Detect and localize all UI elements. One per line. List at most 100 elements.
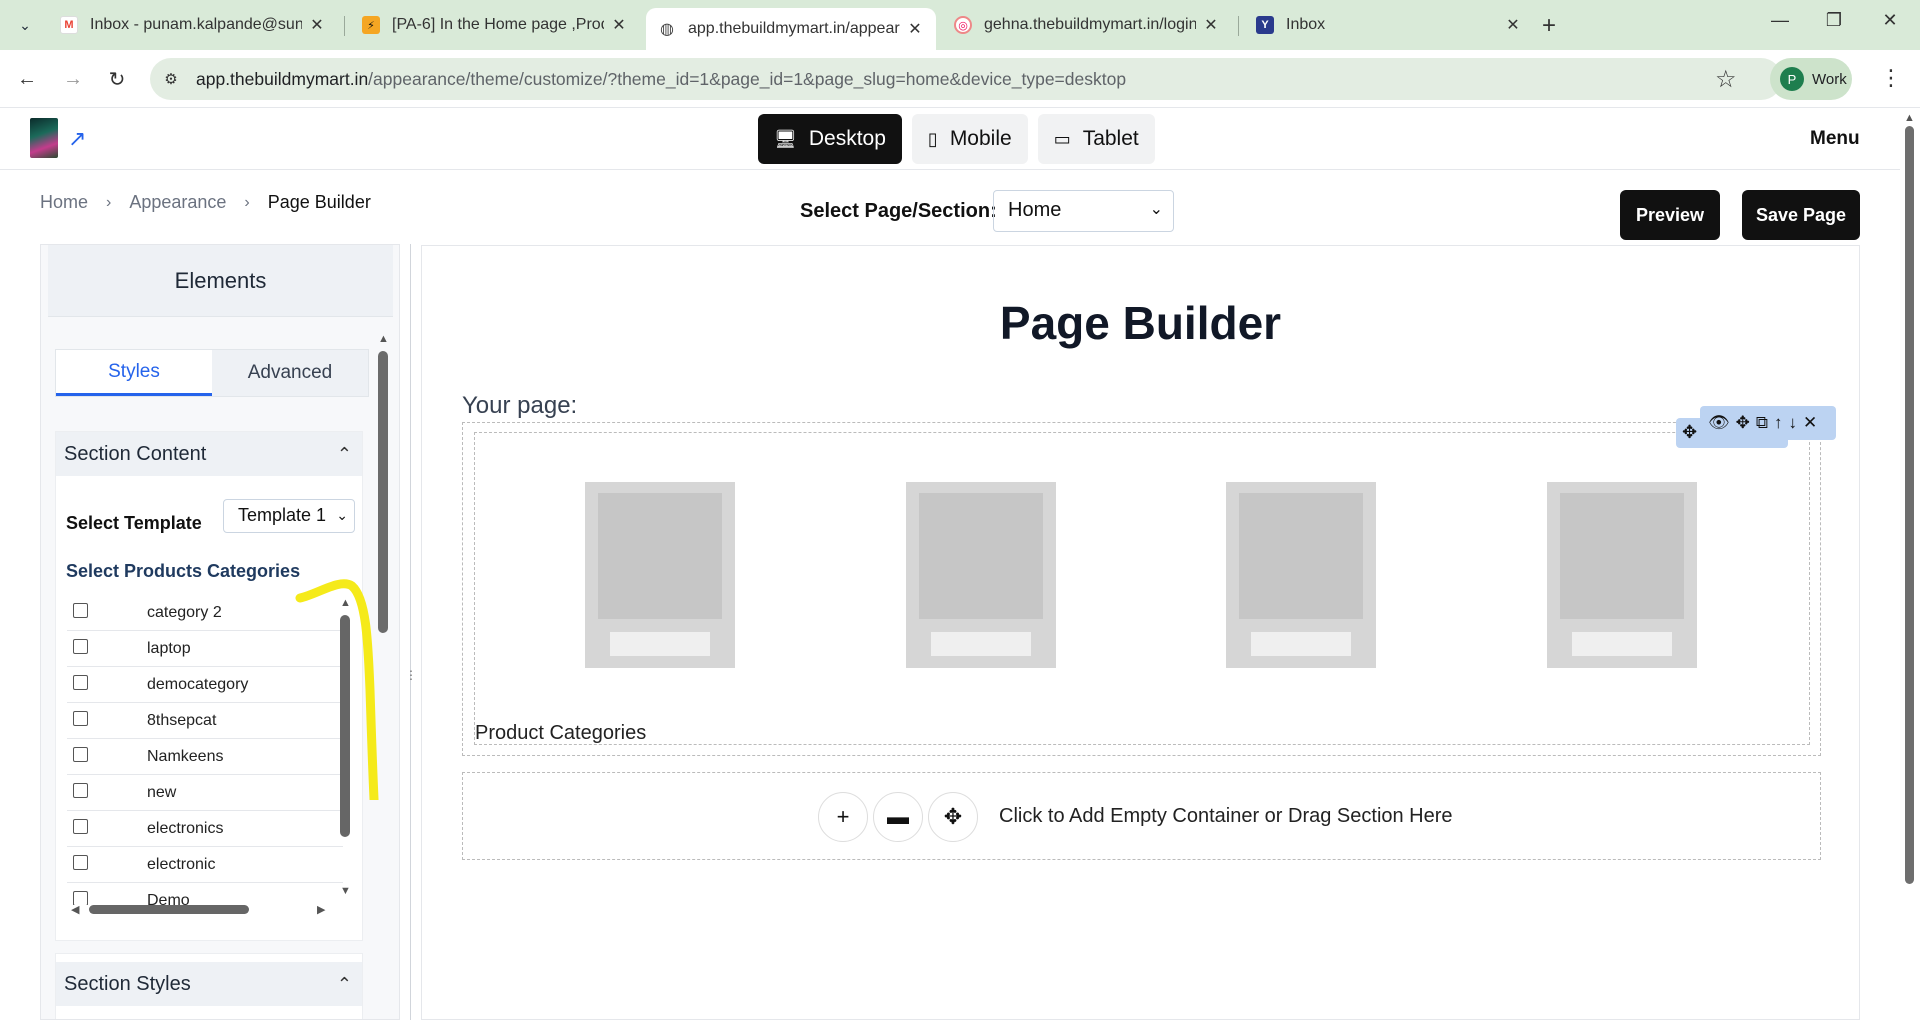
gmail-icon: M <box>60 16 78 34</box>
breadcrumb-appearance[interactable]: Appearance <box>129 192 226 213</box>
checkbox[interactable] <box>73 675 88 690</box>
list-scroll-down-icon[interactable]: ▼ <box>340 885 351 897</box>
list-horizontal-scrollbar[interactable] <box>89 905 249 914</box>
list-item[interactable]: Namkeens <box>67 739 343 775</box>
back-icon[interactable]: ← <box>12 64 42 94</box>
checkbox[interactable] <box>73 783 88 798</box>
move-icon[interactable]: ✥ <box>1736 413 1750 433</box>
tab-title: gehna.thebuildmymart.in/login <box>984 16 1196 33</box>
section-styles-card: Section Styles ⌃ <box>55 953 363 1019</box>
tab-styles[interactable]: Styles <box>56 350 212 396</box>
tab-search-chevron-icon[interactable]: ⌄ <box>10 12 40 38</box>
list-item[interactable]: 8thsepcat <box>67 703 343 739</box>
section-styles-header[interactable]: Section Styles ⌃ <box>56 962 362 1006</box>
category-placeholder <box>1226 482 1376 668</box>
restore-icon[interactable]: ❐ <box>1814 10 1854 31</box>
panel-splitter[interactable] <box>410 244 411 1020</box>
list-scroll-up-icon[interactable]: ▲ <box>340 597 351 609</box>
mobile-icon: ▯ <box>927 128 938 149</box>
browser-tab-active[interactable]: ◍ app.thebuildmymart.in/appeara ✕ <box>646 8 936 50</box>
panel-scrollbar[interactable] <box>378 351 388 633</box>
chevron-up-icon[interactable]: ⌃ <box>337 974 352 995</box>
close-tab-icon[interactable]: ✕ <box>308 15 326 35</box>
checkbox[interactable] <box>73 819 88 834</box>
globe-icon: ◍ <box>660 21 674 38</box>
list-scroll-right-icon[interactable]: ▶ <box>317 903 325 916</box>
dropzone-text: Click to Add Empty Container or Drag Sec… <box>999 805 1453 827</box>
close-tab-icon[interactable]: ✕ <box>906 19 924 39</box>
site-settings-icon[interactable]: ⚙ <box>160 68 182 90</box>
template-select[interactable]: Template 1 ⌄ <box>223 499 355 533</box>
list-vertical-scrollbar[interactable] <box>340 615 350 837</box>
page-select[interactable]: Home ⌄ <box>993 190 1174 232</box>
arrow-down-icon[interactable]: ↓ <box>1788 413 1797 433</box>
page-scrollbar[interactable] <box>1905 126 1914 884</box>
device-switcher: 🖥 Desktop ▯ Mobile ▭ Tablet <box>758 114 1155 164</box>
builder-canvas: Page Builder Your page: Product Categori… <box>421 245 1860 1020</box>
section-label: Product Categories <box>475 722 647 744</box>
browser-tab-yahoo[interactable]: Y Inbox ✕ <box>1244 8 1534 42</box>
browser-tab-jira[interactable]: ⚡ [PA-6] In the Home page ,Produ ✕ <box>350 8 640 42</box>
device-desktop-button[interactable]: 🖥 Desktop <box>758 114 902 164</box>
list-item[interactable]: new <box>67 775 343 811</box>
checkbox[interactable] <box>73 711 88 726</box>
categories-label: Select Products Categories <box>66 561 301 581</box>
save-page-button[interactable]: Save Page <box>1742 190 1860 240</box>
move-icon[interactable]: ✥ <box>1682 422 1697 443</box>
chevron-down-icon: ⌄ <box>1149 201 1163 218</box>
tab-advanced[interactable]: Advanced <box>212 350 368 396</box>
device-tablet-button[interactable]: ▭ Tablet <box>1037 114 1155 164</box>
preview-button[interactable]: Preview <box>1620 190 1720 240</box>
menu-button[interactable]: Menu <box>1810 128 1860 150</box>
scroll-up-icon[interactable]: ▲ <box>1904 112 1915 124</box>
profile-button[interactable]: P Work <box>1770 58 1852 100</box>
open-library-button[interactable]: ▬ <box>873 792 923 842</box>
close-tab-icon[interactable]: ✕ <box>1202 15 1220 35</box>
add-container-button[interactable]: + <box>818 792 868 842</box>
list-scroll-left-icon[interactable]: ◀ <box>71 903 79 916</box>
address-bar[interactable]: ⚙ app.thebuildmymart.in/appearance/theme… <box>150 58 1782 100</box>
forward-icon[interactable]: → <box>58 64 88 94</box>
arrow-up-icon[interactable]: ↑ <box>1774 413 1783 433</box>
checkbox[interactable] <box>73 639 88 654</box>
browser-tab-gmail[interactable]: M Inbox - punam.kalpande@sunh ✕ <box>48 8 338 42</box>
scroll-up-icon[interactable]: ▲ <box>378 333 389 345</box>
tab-title: app.thebuildmymart.in/appeara <box>688 20 900 37</box>
browser-tab-bar: ⌄ M Inbox - punam.kalpande@sunh ✕ ⚡ [PA-… <box>0 0 1920 50</box>
list-item[interactable]: Demo <box>67 883 343 905</box>
browser-tab-gehna[interactable]: ◎ gehna.thebuildmymart.in/login ✕ <box>942 8 1232 42</box>
site-logo[interactable] <box>30 118 58 158</box>
tab-title: [PA-6] In the Home page ,Produ <box>392 16 604 33</box>
bookmark-star-icon[interactable]: ☆ <box>1715 65 1737 94</box>
browser-menu-icon[interactable]: ⋮ <box>1880 65 1902 91</box>
minimize-icon[interactable]: — <box>1760 10 1800 31</box>
list-item[interactable]: laptop <box>67 631 343 667</box>
checkbox[interactable] <box>73 855 88 870</box>
breadcrumb-home[interactable]: Home <box>40 192 88 213</box>
list-item[interactable]: electronic <box>67 847 343 883</box>
section-content-header[interactable]: Section Content ⌃ <box>56 432 362 476</box>
list-item[interactable]: category 2 <box>67 595 343 631</box>
device-mobile-button[interactable]: ▯ Mobile <box>911 114 1028 164</box>
list-item[interactable]: electronics <box>67 811 343 847</box>
drag-section-button[interactable]: ✥ <box>928 792 978 842</box>
folder-icon: ▬ <box>887 804 909 829</box>
site-icon: ◎ <box>954 16 972 34</box>
external-link-icon[interactable]: ↗ <box>68 126 86 152</box>
checkbox[interactable] <box>73 747 88 762</box>
chevron-up-icon[interactable]: ⌃ <box>337 444 352 465</box>
close-tab-icon[interactable]: ✕ <box>1504 15 1522 35</box>
reload-icon[interactable]: ↻ <box>102 64 132 94</box>
copy-icon[interactable]: ⧉ <box>1756 413 1768 433</box>
close-window-icon[interactable]: ✕ <box>1870 10 1910 31</box>
checkbox[interactable] <box>73 603 88 618</box>
eye-icon[interactable]: 👁 <box>1708 413 1730 433</box>
breadcrumb-current: Page Builder <box>267 192 371 212</box>
list-item[interactable]: democategory <box>67 667 343 703</box>
close-icon[interactable]: ✕ <box>1803 413 1817 433</box>
close-tab-icon[interactable]: ✕ <box>610 15 628 35</box>
new-tab-button[interactable]: + <box>1542 12 1556 40</box>
drag-handle-icon[interactable]: ⋮ <box>405 668 417 682</box>
panel-tabs: Styles Advanced <box>55 349 369 397</box>
profile-name: Work <box>1812 70 1847 88</box>
